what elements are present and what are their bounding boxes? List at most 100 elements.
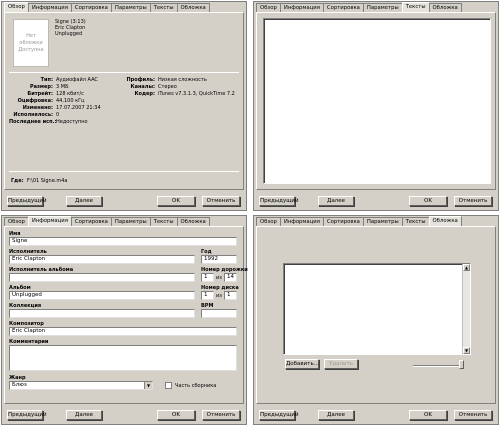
composer-field[interactable]: Eric Clapton [9, 327, 237, 336]
size-label: Размер: [29, 84, 53, 90]
album-field[interactable]: Unplugged [9, 291, 195, 300]
cancel-button[interactable]: Отменить [454, 196, 492, 206]
modified-label: Изменено: [22, 105, 53, 111]
previous-button[interactable]: Предыдущий [7, 410, 47, 420]
tab-info[interactable]: Информация [279, 217, 324, 226]
disc-total-field[interactable]: 1 [224, 291, 237, 300]
ok-button[interactable]: OK [157, 196, 195, 206]
next-button[interactable]: Далее [66, 410, 102, 420]
next-button[interactable]: Далее [66, 196, 102, 206]
encoder-value: iTunes v7.3.1.3, QuickTime 7.2 [158, 91, 235, 97]
compilation-checkbox[interactable] [165, 382, 172, 389]
tab-bar: Обзор Информация Сортировка Параметры Те… [256, 216, 462, 226]
track-total-field[interactable]: 14 [224, 273, 237, 282]
track-album: Unplugged [55, 31, 83, 37]
tab-artwork[interactable]: Обложка [176, 3, 210, 12]
tab-summary[interactable]: Обзор [256, 217, 281, 226]
tab-info[interactable]: Информация [27, 3, 72, 12]
year-field[interactable]: 1992 [201, 255, 237, 264]
tab-options[interactable]: Параметры [362, 3, 403, 12]
channels-label: Каналы: [130, 84, 155, 90]
album-art-placeholder: Нет обложки Доступна [13, 19, 49, 67]
previous-button[interactable]: Предыдущий [259, 196, 299, 206]
cancel-button[interactable]: Отменить [454, 410, 492, 420]
tab-lyrics[interactable]: Тексты [149, 3, 178, 12]
tab-artwork[interactable]: Обложка [428, 216, 462, 226]
cancel-button[interactable]: Отменить [202, 410, 240, 420]
type-label: Тип: [40, 77, 53, 83]
chevron-down-icon[interactable]: ▼ [144, 382, 152, 389]
tab-lyrics[interactable]: Тексты [149, 217, 178, 226]
comments-field[interactable] [9, 345, 237, 371]
tab-summary[interactable]: Обзор [4, 2, 29, 12]
album-artist-field[interactable] [9, 273, 195, 282]
type-value: Аудиофайл AAC [56, 77, 98, 83]
disc-number-field[interactable]: 1 [201, 291, 214, 300]
tab-lyrics[interactable]: Тексты [401, 2, 430, 12]
tab-bar: Обзор Информация Сортировка Параметры Те… [4, 2, 210, 12]
remove-artwork-button[interactable]: Удалить [324, 359, 358, 369]
play-count-value: 0 [56, 112, 60, 118]
track-of-label: из [216, 275, 222, 281]
next-button[interactable]: Далее [318, 410, 354, 420]
cancel-button[interactable]: Отменить [202, 196, 240, 206]
tab-artwork[interactable]: Обложка [428, 3, 462, 12]
track-number-field[interactable]: 1 [201, 273, 214, 282]
tab-options[interactable]: Параметры [110, 217, 151, 226]
lyrics-content [256, 12, 496, 190]
name-field[interactable]: Signe [9, 237, 237, 246]
compilation-label: Часть сборника [175, 383, 217, 389]
tab-options[interactable]: Параметры [362, 217, 403, 226]
next-button[interactable]: Далее [318, 196, 354, 206]
tab-sorting[interactable]: Сортировка [322, 217, 364, 226]
artwork-well[interactable]: ▲ ▼ [283, 263, 471, 355]
tab-sorting[interactable]: Сортировка [70, 3, 112, 12]
summary-content: Нет обложки Доступна Signe (3:13) Eric C… [4, 12, 244, 190]
artist-field[interactable]: Eric Clapton [9, 255, 195, 264]
add-artwork-button[interactable]: Добавить... [285, 359, 319, 369]
last-played-value: Недоступно [56, 119, 88, 125]
info-content: Имя Signe Исполнитель Eric Clapton Год 1… [4, 226, 248, 404]
lyrics-dialog: Обзор Информация Сортировка Параметры Те… [253, 1, 499, 211]
sample-rate-label: Оцифровка: [17, 98, 53, 104]
tab-info[interactable]: Информация [279, 3, 324, 12]
play-count-label: Исполнялось: [13, 112, 53, 118]
grouping-field[interactable] [9, 309, 195, 318]
last-played-label: Последнее исп.: [9, 119, 57, 125]
artwork-dialog: Обзор Информация Сортировка Параметры Те… [253, 215, 499, 425]
previous-button[interactable]: Предыдущий [259, 410, 299, 420]
tab-lyrics[interactable]: Тексты [401, 217, 430, 226]
tab-options[interactable]: Параметры [110, 3, 151, 12]
lyrics-textarea[interactable] [263, 18, 491, 184]
where-value: F:\01 Signe.m4a [27, 178, 68, 184]
size-value: 3 МБ [56, 84, 69, 90]
modified-value: 17.07.2007 21:34 [56, 105, 101, 111]
previous-button[interactable]: Предыдущий [7, 196, 47, 206]
profile-label: Профиль: [126, 77, 156, 83]
sample-rate-value: 44,100 кГц [56, 98, 85, 104]
tab-sorting[interactable]: Сортировка [322, 3, 364, 12]
divider [9, 171, 239, 172]
ok-button[interactable]: OK [157, 410, 195, 420]
bpm-field[interactable] [201, 309, 237, 318]
slider-handle[interactable] [459, 360, 464, 369]
info-dialog: Обзор Информация Сортировка Параметры Те… [1, 215, 248, 425]
tab-info[interactable]: Информация [27, 216, 72, 226]
tab-bar: Обзор Информация Сортировка Параметры Те… [4, 216, 210, 226]
disc-of-label: из [216, 293, 222, 299]
genre-select[interactable]: Блюз ▼ [9, 381, 153, 390]
tab-summary[interactable]: Обзор [256, 3, 281, 12]
tab-bar: Обзор Информация Сортировка Параметры Те… [256, 2, 462, 12]
where-label: Где: [11, 178, 24, 184]
tab-sorting[interactable]: Сортировка [70, 217, 112, 226]
artwork-size-slider[interactable] [413, 365, 463, 367]
encoder-label: Кодер: [134, 91, 155, 97]
ok-button[interactable]: OK [409, 196, 447, 206]
vertical-scrollbar[interactable]: ▲ ▼ [462, 264, 470, 354]
scroll-down-icon[interactable]: ▼ [463, 347, 470, 354]
tab-artwork[interactable]: Обложка [176, 217, 210, 226]
scroll-up-icon[interactable]: ▲ [463, 264, 470, 271]
tab-summary[interactable]: Обзор [4, 217, 29, 226]
summary-dialog: Обзор Информация Сортировка Параметры Те… [1, 1, 247, 211]
ok-button[interactable]: OK [409, 410, 447, 420]
